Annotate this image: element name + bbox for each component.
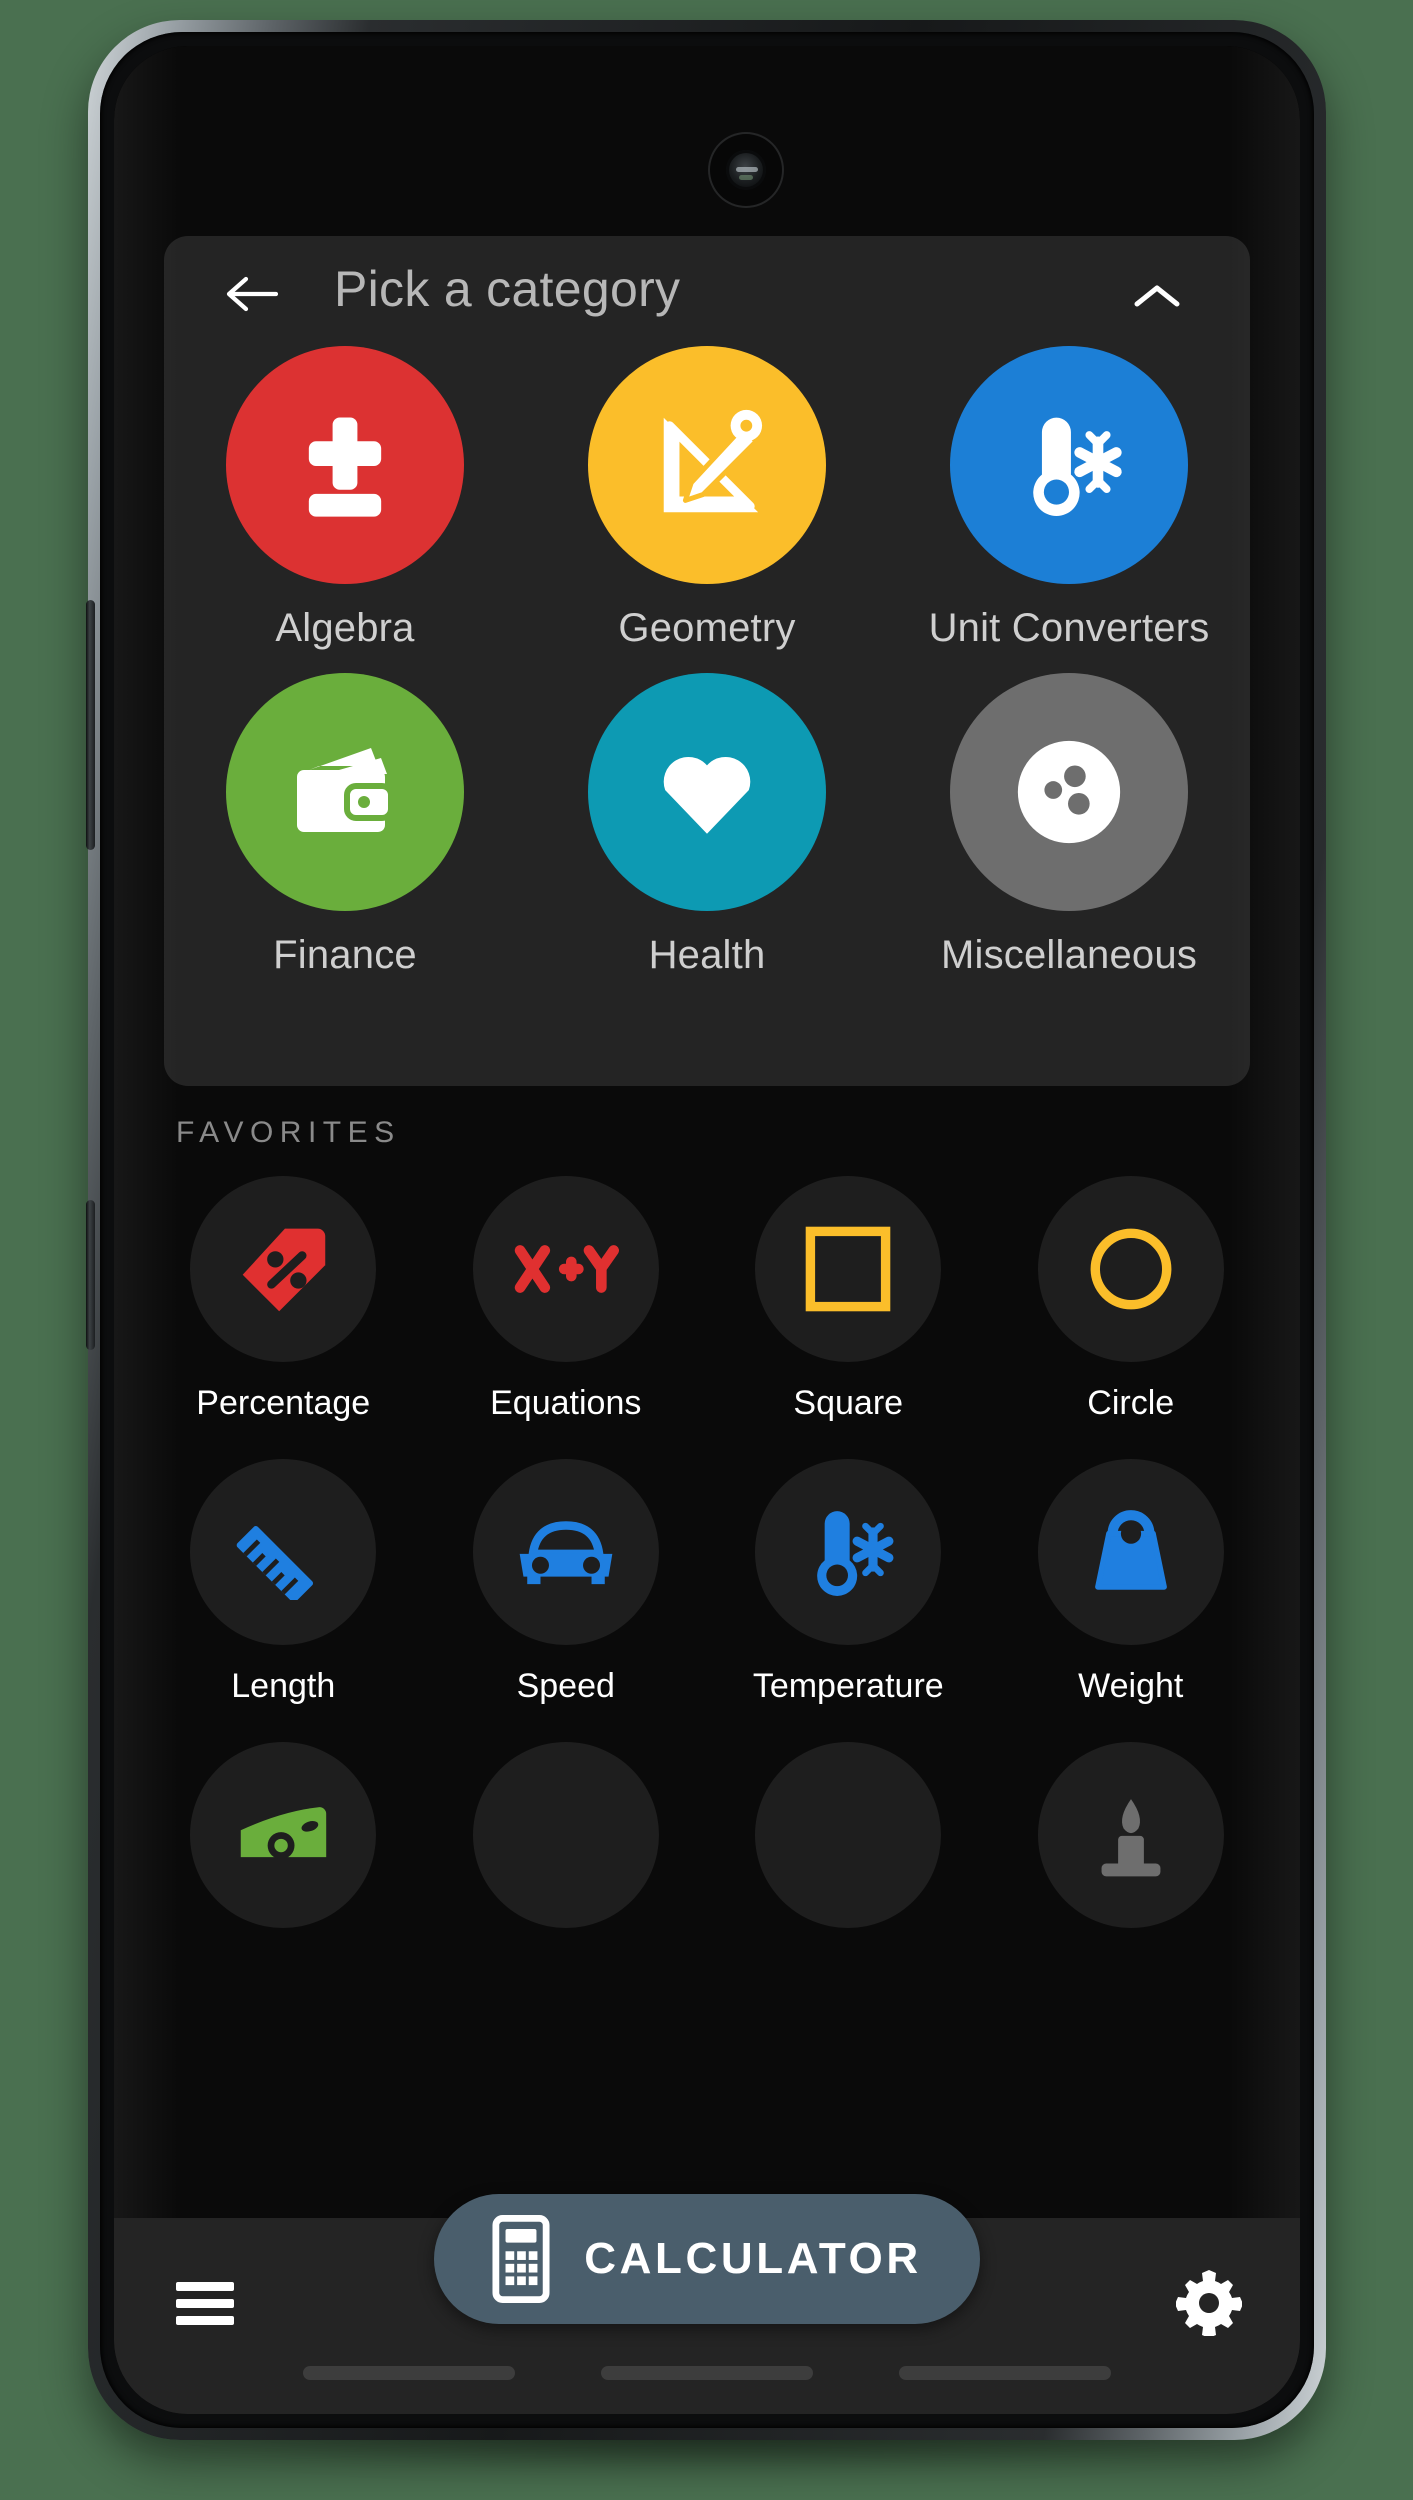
favorite-item-partial-4[interactable] [990,1742,1273,1950]
calculator-button-label: CALCULATOR [584,2234,922,2283]
circle-outline-icon [1090,1228,1172,1310]
camera-glint [736,167,758,172]
bowling-ball-icon [1017,740,1121,844]
volume-button[interactable] [86,600,95,850]
hamburger-menu-icon[interactable] [176,2280,234,2328]
favorite-item-partial-1[interactable] [142,1742,425,1950]
favorite-item-square[interactable]: Square [707,1176,990,1423]
thermometer-snowflake-icon [817,1511,894,1596]
favorite-icon-circle [190,1459,377,1645]
category-item-unit-converters[interactable]: Unit Converters [888,346,1250,651]
sheet-header: Pick a category [164,236,1250,352]
category-item-miscellaneous[interactable]: Miscellaneous [888,673,1250,978]
category-grid: Algebra Geometry Unit Converters Finance… [164,346,1250,978]
category-icon-circle [950,346,1188,584]
phone-screen: Pick a category Algebra Geometry Unit Co… [114,46,1300,2414]
category-icon-circle [588,673,826,911]
category-label: Algebra [275,606,415,650]
category-label: Unit Converters [928,606,1210,650]
favorite-label: Percentage [196,1384,371,1422]
calculator-icon [492,2215,550,2303]
favorite-icon-circle [1037,1742,1224,1928]
category-label: Miscellaneous [940,933,1198,977]
power-button[interactable] [86,1200,95,1350]
system-nav-pill-home[interactable] [601,2366,813,2380]
gear-icon[interactable] [1175,2270,1243,2338]
favorite-item-temperature[interactable]: Temperature [707,1459,990,1706]
price-tag-percent-icon [242,1228,326,1312]
square-outline-icon [805,1226,891,1312]
favorite-label: Temperature [752,1667,944,1705]
favorite-icon-circle [472,1459,659,1645]
plus-minus-icon [308,417,382,517]
favorite-icon-circle [1037,1459,1224,1645]
favorite-label: Weight [1078,1667,1184,1705]
favorite-icon-circle [755,1742,942,1928]
ruler-pencil-icon [663,409,763,513]
system-nav-pill-back[interactable] [303,2366,515,2380]
category-icon-circle [226,673,464,911]
back-arrow-icon[interactable] [226,274,279,314]
calculator-button[interactable]: CALCULATOR [434,2194,980,2324]
favorite-icon-circle [472,1176,659,1362]
app-viewport: Pick a category Algebra Geometry Unit Co… [114,46,1300,2414]
favorite-icon-circle [190,1742,377,1928]
heart-icon [663,756,751,834]
favorite-item-partial-3[interactable] [707,1742,990,1950]
weight-icon [1094,1510,1167,1590]
favorite-item-length[interactable]: Length [142,1459,425,1706]
category-icon-circle [588,346,826,584]
favorite-item-partial-2[interactable] [425,1742,708,1950]
favorite-icon-circle [755,1176,942,1362]
favorite-item-speed[interactable]: Speed [425,1459,708,1706]
x-plus-y-icon [514,1245,619,1293]
thermometer-snowflake-icon [1033,417,1122,516]
favorite-icon-circle [755,1459,942,1645]
favorite-icon-circle [190,1176,377,1362]
favorite-item-circle[interactable]: Circle [990,1176,1273,1423]
category-item-health[interactable]: Health [526,673,888,978]
favorite-item-weight[interactable]: Weight [990,1459,1273,1706]
favorite-label: Speed [516,1667,615,1705]
car-icon [519,1521,613,1585]
category-label: Health [648,933,766,977]
ruler-icon [236,1526,314,1600]
category-item-geometry[interactable]: Geometry [526,346,888,651]
favorites-section-title: FAVORITES [176,1116,401,1149]
favorite-label: Length [231,1667,336,1705]
category-icon-circle [950,673,1188,911]
favorite-icon-circle [472,1742,659,1928]
favorite-label: Circle [1087,1384,1175,1422]
screenshot-stage: Pick a category Algebra Geometry Unit Co… [0,0,1413,2500]
system-nav-pill-recents[interactable] [899,2366,1111,2380]
candle-icon [1101,1799,1161,1877]
favorite-icon-circle [1037,1176,1224,1362]
category-picker-sheet: Pick a category Algebra Geometry Unit Co… [164,236,1250,1086]
favorite-item-equations[interactable]: Equations [425,1176,708,1423]
wallet-icon [297,748,394,832]
favorite-label: Square [793,1384,904,1422]
category-label: Finance [273,933,417,977]
category-label: Geometry [618,606,796,650]
favorite-label: Equations [490,1384,642,1422]
page-title: Pick a category [334,261,681,317]
camera-glint-secondary [739,175,753,180]
category-item-finance[interactable]: Finance [164,673,526,978]
banknote-icon [241,1807,327,1859]
category-icon-circle [226,346,464,584]
category-item-algebra[interactable]: Algebra [164,346,526,651]
favorites-grid: Percentage Equations Square Circle Lengt… [142,1176,1272,1950]
favorite-item-percentage[interactable]: Percentage [142,1176,425,1423]
front-camera-icon [710,134,782,206]
system-navigation-indicators [114,2366,1300,2380]
chevron-up-icon[interactable] [1132,280,1182,312]
